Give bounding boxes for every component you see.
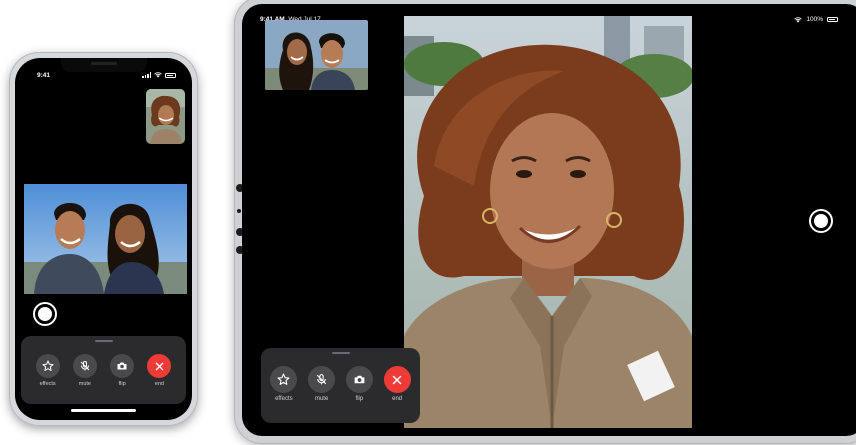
ipad-flip-control[interactable]: flip <box>345 366 373 402</box>
ipad-status-icons: 100% <box>794 16 838 23</box>
end-label: end <box>392 396 403 402</box>
star-icon[interactable] <box>270 366 298 393</box>
iphone-capture-button[interactable] <box>33 302 57 326</box>
wifi-icon <box>794 16 803 22</box>
iphone-screen: 9:41 effects mute flip end <box>15 58 192 420</box>
iphone-notch <box>60 58 147 72</box>
battery-icon <box>165 72 176 78</box>
panel-grabber[interactable] <box>331 352 350 354</box>
couple-self-view-icon <box>265 20 368 90</box>
iphone-mute-control[interactable]: mute <box>72 354 97 387</box>
mute-label: mute <box>78 381 91 387</box>
cellular-signal-icon <box>142 72 151 78</box>
end-label: end <box>154 381 164 387</box>
woman-video-icon <box>404 16 692 428</box>
iphone-effects-control[interactable]: effects <box>35 354 60 387</box>
iphone-main-video <box>24 184 187 294</box>
iphone-end-control[interactable]: end <box>147 354 172 387</box>
camera-flip-icon[interactable] <box>110 354 135 378</box>
ipad-screen: 9:41 AM Wed Jul 17 100% effects mute fli… <box>242 4 856 436</box>
couple-video-icon <box>24 184 187 294</box>
iphone-flip-control[interactable]: flip <box>110 354 135 387</box>
iphone-self-view-pip[interactable] <box>146 89 185 144</box>
iphone-device: 9:41 effects mute flip end <box>9 52 198 426</box>
self-view-woman-icon <box>146 89 185 144</box>
iphone-call-controls: effects mute flip end <box>21 336 186 404</box>
ipad-call-controls: effects mute flip end <box>261 348 420 423</box>
ipad-main-video <box>404 16 692 428</box>
panel-grabber[interactable] <box>94 340 113 342</box>
effects-label: effects <box>275 396 293 402</box>
iphone-status-icons <box>142 72 176 78</box>
ipad-mute-control[interactable]: mute <box>308 366 336 402</box>
ipad-effects-control[interactable]: effects <box>270 366 298 402</box>
wifi-icon <box>154 72 162 78</box>
ipad-sensor-dot <box>237 209 241 213</box>
flip-label: flip <box>355 396 364 402</box>
ipad-capture-button[interactable] <box>809 209 833 233</box>
close-icon[interactable] <box>383 366 411 393</box>
ipad-device: 9:41 AM Wed Jul 17 100% effects mute fli… <box>234 0 856 444</box>
effects-label: effects <box>39 381 56 387</box>
home-indicator[interactable] <box>71 409 136 412</box>
star-icon[interactable] <box>35 354 60 378</box>
close-icon[interactable] <box>147 354 172 378</box>
iphone-status-time: 9:41 <box>37 72 51 79</box>
microphone-slash-icon[interactable] <box>308 366 336 393</box>
microphone-slash-icon[interactable] <box>72 354 97 378</box>
ipad-self-view-pip[interactable] <box>265 20 368 90</box>
mute-label: mute <box>314 396 329 402</box>
ipad-end-control[interactable]: end <box>383 366 411 402</box>
camera-flip-icon[interactable] <box>345 366 373 393</box>
battery-icon <box>827 17 838 22</box>
flip-label: flip <box>118 381 126 387</box>
battery-percent: 100% <box>806 16 823 23</box>
